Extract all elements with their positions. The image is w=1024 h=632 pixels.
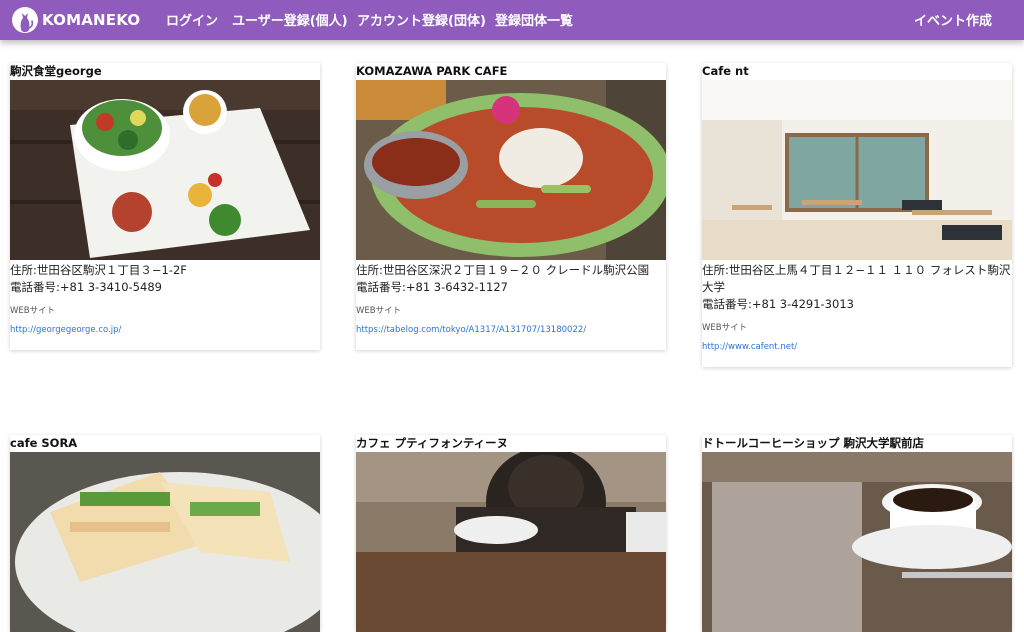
cafe-name: KOMAZAWA PARK CAFE xyxy=(356,64,508,78)
cafe-phone: 電話番号:+81 3-3410-5489 xyxy=(10,280,162,294)
cafe-website-link[interactable]: http://www.cafent.net/ xyxy=(702,342,797,352)
cafe-address: 住所:世田谷区駒沢１丁目３−1-2F xyxy=(10,263,187,277)
navbar: KOMANEKO ログイン ユーザー登録(個人) アカウント登録(団体) 登録団… xyxy=(0,0,1024,40)
cafe-phone: 電話番号:+81 3-6432-1127 xyxy=(356,280,508,294)
cafe-photo[interactable] xyxy=(702,452,1012,632)
cat-logo-icon xyxy=(12,7,38,33)
web-label: WEBサイト xyxy=(356,306,402,316)
cafe-address: 住所:世田谷区深沢２丁目１９−２０ クレードル駒沢公園 xyxy=(356,263,650,277)
cafe-name: cafe SORA xyxy=(10,436,78,450)
cafe-card[interactable]: 駒沢食堂george 住所:世田谷区駒沢１丁目３−1-2F 電話番号:+81 3… xyxy=(10,63,320,350)
cafe-name: Cafe nt xyxy=(702,64,749,78)
cafe-website-link[interactable]: https://tabelog.com/tokyo/A1317/A131707/… xyxy=(356,325,586,335)
cafe-card[interactable]: カフェ プティフォンティーヌ xyxy=(356,435,666,632)
cafe-name: 駒沢食堂george xyxy=(10,64,102,78)
nav-create-event-link[interactable]: イベント作成 xyxy=(914,10,992,29)
nav-account-register-link[interactable]: アカウント登録(団体) xyxy=(357,10,486,29)
cafe-card[interactable]: ドトールコーヒーショップ 駒沢大学駅前店 xyxy=(702,435,1012,632)
cafe-name: カフェ プティフォンティーヌ xyxy=(356,436,509,450)
brand-link[interactable]: KOMANEKO xyxy=(12,4,140,36)
cafe-phone: 電話番号:+81 3-4291-3013 xyxy=(702,297,854,311)
brand-name: KOMANEKO xyxy=(42,11,141,29)
nav-login-link[interactable]: ログイン xyxy=(166,10,218,29)
cafe-card[interactable]: KOMAZAWA PARK CAFE 住所:世田谷区深沢２丁目１９−２０ クレー… xyxy=(356,63,666,350)
cafe-address: 住所:世田谷区上馬４丁目１２−１１ １１０ フォレスト駒沢大学 xyxy=(702,263,1011,294)
cafe-photo[interactable] xyxy=(356,80,666,260)
cafe-card[interactable]: cafe SORA xyxy=(10,435,320,632)
cafe-photo[interactable] xyxy=(10,452,320,632)
cafe-photo[interactable] xyxy=(702,80,1012,260)
nav-user-register-link[interactable]: ユーザー登録(個人) xyxy=(232,10,348,29)
cafe-website-link[interactable]: http://georgegeorge.co.jp/ xyxy=(10,325,121,335)
cafe-name: ドトールコーヒーショップ 駒沢大学駅前店 xyxy=(702,436,925,450)
nav-organizations-link[interactable]: 登録団体一覧 xyxy=(495,10,573,29)
cafe-photo[interactable] xyxy=(10,80,320,260)
cafe-photo[interactable] xyxy=(356,452,666,632)
web-label: WEBサイト xyxy=(10,306,56,316)
cafe-card[interactable]: Cafe nt 住所:世田谷区上馬４丁目１２−１１ １１０ フォレスト駒沢大学 … xyxy=(702,63,1012,367)
web-label: WEBサイト xyxy=(702,323,748,333)
